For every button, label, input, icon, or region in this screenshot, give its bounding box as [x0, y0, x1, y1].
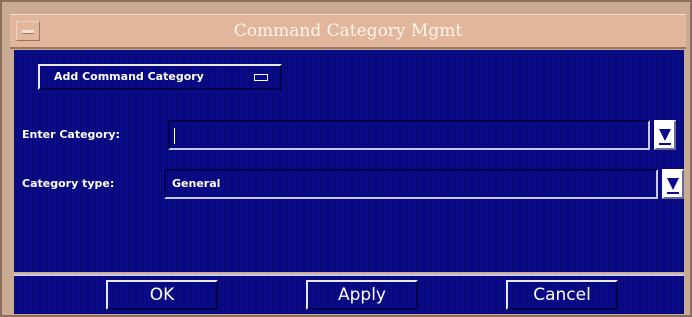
dropdown-arrow-icon	[659, 129, 671, 141]
mode-option-menu[interactable]: Add Command Category	[38, 64, 282, 90]
mode-option-label: Add Command Category	[54, 70, 204, 83]
cancel-button[interactable]: Cancel	[506, 280, 618, 310]
category-type-label: Category type:	[22, 177, 115, 190]
category-type-field[interactable]: General	[164, 169, 658, 199]
button-bar: OK Apply Cancel	[14, 274, 684, 314]
category-dropdown-button[interactable]	[654, 120, 676, 150]
apply-button[interactable]: Apply	[306, 280, 418, 310]
form-panel: Add Command Category Enter Category: Cat…	[14, 50, 684, 272]
category-input[interactable]	[168, 120, 650, 150]
category-type-dropdown-button[interactable]	[662, 169, 684, 199]
ok-button[interactable]: OK	[106, 280, 218, 310]
category-label: Enter Category:	[22, 128, 120, 141]
title-bar[interactable]: Command Category Mgmt	[10, 14, 686, 49]
category-type-value: General	[172, 177, 221, 190]
dialog-window: Command Category Mgmt Add Command Catego…	[0, 0, 692, 317]
window-title: Command Category Mgmt	[233, 21, 463, 41]
option-menu-indicator-icon	[254, 74, 268, 81]
dropdown-arrow-icon	[667, 178, 679, 190]
text-cursor	[174, 128, 175, 144]
